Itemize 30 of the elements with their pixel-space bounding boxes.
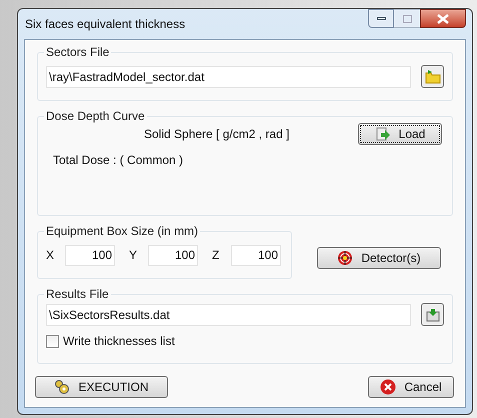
close-button[interactable] (420, 9, 466, 28)
folder-icon (424, 69, 440, 84)
group-label: Equipment Box Size (in mm) (44, 223, 200, 239)
window-title: Six faces equivalent thickness (24, 16, 186, 33)
size-field[interactable]: 100 (65, 244, 115, 266)
minimize-button[interactable] (368, 9, 394, 28)
axis-label: X (46, 247, 56, 264)
load-button[interactable]: Load (358, 123, 442, 145)
axis-label: Y (129, 247, 138, 264)
target-icon (337, 250, 354, 266)
results-file-field[interactable]: \SixSectorsResults.dat (46, 304, 411, 326)
write-list-checkbox[interactable] (46, 334, 59, 348)
close-icon (437, 14, 449, 24)
gears-icon (54, 379, 70, 395)
execution-button[interactable]: EXECUTION (35, 376, 168, 398)
total-dose-label: Total Dose : ( Common ) (53, 152, 184, 169)
open-folder-button[interactable] (421, 65, 444, 88)
units-label: Solid Sphere [ g/cm2 , rad ] (144, 126, 290, 143)
cancel-icon (380, 379, 396, 395)
load-icon (374, 126, 391, 142)
detector-button[interactable]: Detector(s) (317, 247, 441, 269)
axis-label: Z (212, 247, 220, 264)
size-field[interactable]: 100 (231, 244, 281, 266)
write-list-label: Write thicknesses list (63, 333, 175, 350)
sectors-file-field[interactable]: \ray\FastradModel_sector.dat (46, 66, 411, 88)
save-icon (426, 308, 440, 322)
cancel-button[interactable]: Cancel (368, 376, 454, 398)
size-field[interactable]: 100 (148, 244, 198, 266)
save-button[interactable] (421, 303, 444, 326)
group-label: Dose Depth Curve (44, 108, 147, 124)
